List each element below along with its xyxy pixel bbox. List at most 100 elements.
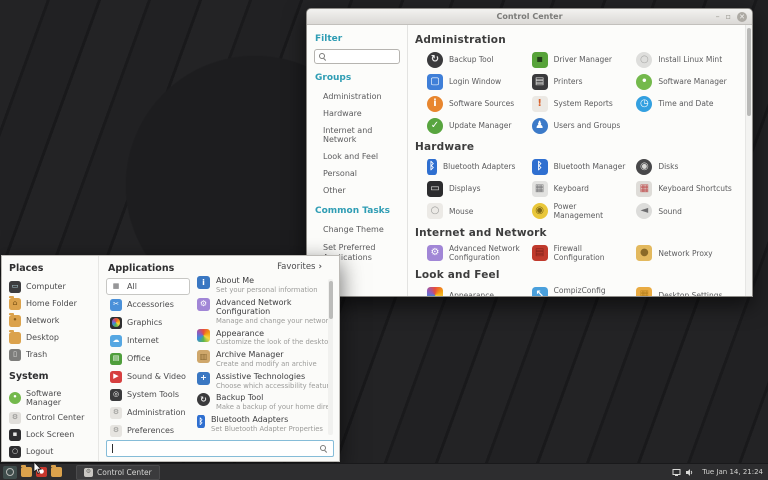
section-title-hardware: Hardware [415,141,741,153]
category-internet[interactable]: ☁Internet [106,332,190,349]
cc-item-install-linux-mint[interactable]: ○Install Linux Mint [636,51,741,68]
cc-item-label: Software Manager [658,77,726,86]
place-trash[interactable]: ▯Trash [7,346,93,363]
favorites-link[interactable]: Favorites › [197,261,334,276]
cc-item-update-manager[interactable]: ✓Update Manager [427,117,532,134]
place-computer[interactable]: ▭Computer [7,278,93,295]
control-center-titlebar[interactable]: Control Center – ▫ ✕ [307,9,752,25]
app-advanced-network-configuration[interactable]: ⚙Advanced Network ConfigurationManage an… [197,298,334,326]
app-bluetooth-adapters[interactable]: ᛒBluetooth AdaptersSet Bluetooth Adapter… [197,415,334,433]
cc-item-compizconfig-settings-manager[interactable]: ↖CompizConfig Settings Manager [532,286,637,296]
display-tray-icon[interactable] [672,468,681,477]
system-software-manager[interactable]: •Software Manager [7,386,93,409]
bluetooth-adapters-icon: ᛒ [197,415,205,428]
cc-item-label: Driver Manager [554,55,612,64]
accessories-icon: ✂ [110,299,122,311]
maximize-button[interactable]: ▫ [726,13,731,21]
filter-search-input[interactable] [314,49,400,64]
scrollbar-thumb[interactable] [329,281,333,319]
category-graphics[interactable]: Graphics [106,314,190,331]
cc-item-bluetooth-manager[interactable]: ᛒBluetooth Manager [532,158,637,175]
taskbar-window-label: Control Center [97,468,152,477]
menu-categories-column: Applications ▦All✂AccessoriesGraphics☁In… [106,261,190,437]
cc-item-advanced-network-configuration[interactable]: ⚙Advanced Network Configuration [427,244,532,262]
section-title-administration: Administration [415,34,741,46]
files-launcher[interactable] [21,467,32,477]
cc-item-disks[interactable]: ◉Disks [636,158,741,175]
cc-item-keyboard-shortcuts[interactable]: ▦Keyboard Shortcuts [636,180,741,197]
search-icon [319,53,327,61]
network-icon: • [9,315,21,327]
computer-icon: ▭ [9,281,21,293]
cc-item-driver-manager[interactable]: ▪Driver Manager [532,51,637,68]
place-home-folder[interactable]: ⌂Home Folder [7,295,93,312]
favorites-label: Favorites [277,262,315,272]
group-other[interactable]: Other [314,182,400,199]
app-archive-manager[interactable]: ▥Archive ManagerCreate and modify an arc… [197,350,334,368]
applications-scrollbar[interactable] [328,279,333,435]
folder-launcher[interactable] [51,467,62,477]
app-assistive-technologies[interactable]: +Assistive TechnologiesChoose which acce… [197,372,334,390]
minimize-button[interactable]: – [716,13,720,21]
system-lock-screen[interactable]: ▪Lock Screen [7,426,93,443]
menu-item-label: Control Center [26,413,84,422]
app-backup-tool[interactable]: ↻Backup ToolMake a backup of your home d… [197,393,334,411]
cc-item-appearance[interactable]: Appearance [427,286,532,296]
cc-item-label: Backup Tool [449,55,493,64]
place-desktop[interactable]: Desktop [7,329,93,346]
volume-tray-icon[interactable] [685,468,694,477]
system-control-center[interactable]: ⚙Control Center [7,409,93,426]
cc-item-bluetooth-adapters[interactable]: ᛒBluetooth Adapters [427,158,532,175]
cc-item-system-reports[interactable]: !System Reports [532,95,637,112]
category-accessories[interactable]: ✂Accessories [106,296,190,313]
close-button[interactable]: ✕ [737,12,747,22]
cc-item-mouse[interactable]: ○Mouse [427,202,532,220]
category-sound-and-video[interactable]: ▶Sound & Video [106,368,190,385]
cc-item-software-sources[interactable]: iSoftware Sources [427,95,532,112]
cc-item-backup-tool[interactable]: ↻Backup Tool [427,51,532,68]
cc-item-printers[interactable]: ▤Printers [532,73,637,90]
taskbar-window-button[interactable]: ⚙ Control Center [76,465,160,480]
group-look-and-feel[interactable]: Look and Feel [314,148,400,165]
group-hardware[interactable]: Hardware [314,105,400,122]
cc-item-network-proxy[interactable]: ●Network Proxy [636,244,741,262]
cc-item-power-management[interactable]: ◉Power Management [532,202,637,220]
category-label: Sound & Video [127,372,186,381]
cc-item-software-manager[interactable]: • Software Manager [636,73,741,90]
app-about-me[interactable]: iAbout MeSet your personal information [197,276,334,294]
clock[interactable]: Tue Jan 14, 21:24 [702,468,765,476]
group-administration[interactable]: Administration [314,88,400,105]
menu-search-input[interactable] [106,440,334,457]
category-preferences[interactable]: ⚙Preferences [106,422,190,439]
group-internet-and-network[interactable]: Internet and Network [314,122,400,148]
category-office[interactable]: ▤Office [106,350,190,367]
places-heading: Places [9,263,93,274]
control-center-scrollbar[interactable] [745,25,752,296]
cc-item-keyboard[interactable]: ▦Keyboard [532,180,637,197]
category-label: Internet [127,336,159,345]
cc-item-sound[interactable]: ◄Sound [636,202,741,220]
app-description: Manage and change your network connectio… [216,317,328,325]
system-tools-icon: ◎ [110,389,122,401]
group-personal[interactable]: Personal [314,165,400,182]
software-manager-icon: • [636,74,652,90]
task-change-theme[interactable]: Change Theme [314,221,400,239]
category-all[interactable]: ▦All [106,278,190,295]
cc-item-time-and-date[interactable]: ◷Time and Date [636,95,741,112]
cc-item-desktop-settings[interactable]: ▦Desktop Settings [636,286,741,296]
cc-item-displays[interactable]: ▭Displays [427,180,532,197]
category-administration[interactable]: ⚙Administration [106,404,190,421]
category-system-tools[interactable]: ◎System Tools [106,386,190,403]
cc-item-label: Time and Date [658,99,713,108]
menu-button[interactable] [3,466,17,479]
text-caret [112,444,113,453]
cc-item-firewall-configuration[interactable]: ▤Firewall Configuration [532,244,637,262]
scrollbar-thumb[interactable] [747,28,751,116]
app-appearance[interactable]: AppearanceCustomize the look of the desk… [197,329,334,347]
place-network[interactable]: •Network [7,312,93,329]
system-logout[interactable]: ○Logout [7,443,93,460]
power-management-icon: ◉ [532,203,548,219]
cc-item-users-and-groups[interactable]: ♟Users and Groups [532,117,637,134]
cc-item-login-window[interactable]: ▢Login Window [427,73,532,90]
keyboard-icon: ▦ [532,181,548,197]
